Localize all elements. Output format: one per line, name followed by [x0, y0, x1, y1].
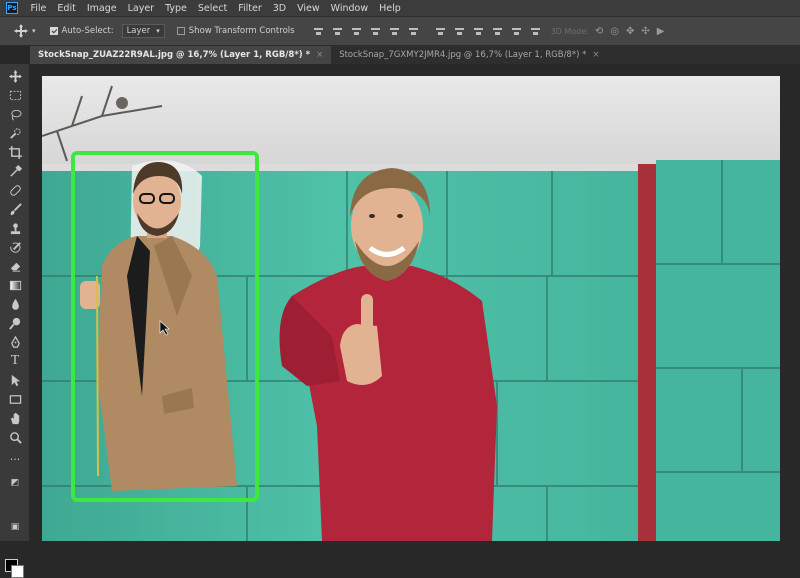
pen-tool-icon[interactable]	[7, 334, 23, 350]
lasso-tool-icon[interactable]	[7, 106, 23, 122]
distribute-top-icon[interactable]	[435, 27, 445, 36]
path-selection-tool-icon[interactable]	[7, 372, 23, 388]
3d-pan-icon[interactable]: ✥	[626, 26, 634, 37]
align-bottom-icon[interactable]	[351, 27, 361, 36]
3d-camera-icon[interactable]: ▶	[657, 26, 665, 37]
show-transform-checkbox[interactable]: Show Transform Controls	[176, 26, 295, 36]
auto-select-value: Layer	[126, 26, 151, 36]
quick-select-tool-icon[interactable]	[7, 125, 23, 141]
move-tool-icon[interactable]	[7, 68, 23, 84]
canvas-image	[42, 76, 780, 541]
auto-select-label: Auto-Select:	[61, 26, 114, 36]
3d-slide-icon[interactable]: ✣	[641, 26, 649, 37]
background-color-swatch[interactable]	[11, 565, 24, 578]
close-icon[interactable]: ×	[592, 50, 599, 60]
auto-select-checkbox[interactable]: Auto-Select:	[49, 26, 114, 36]
menu-image[interactable]: Image	[81, 3, 122, 14]
healing-brush-tool-icon[interactable]	[7, 182, 23, 198]
history-brush-tool-icon[interactable]	[7, 239, 23, 255]
menu-type[interactable]: Type	[160, 3, 193, 14]
menu-3d[interactable]: 3D	[267, 3, 291, 14]
chevron-down-icon: ▾	[156, 27, 160, 35]
more-tools-icon[interactable]: ...	[7, 448, 23, 464]
gradient-tool-icon[interactable]	[7, 277, 23, 293]
tab-label: StockSnap_7GXMY2JMR4.jpg @ 16,7% (Layer …	[339, 50, 587, 60]
distribute-center-icon[interactable]	[454, 27, 464, 36]
eyedropper-tool-icon[interactable]	[7, 163, 23, 179]
menu-help[interactable]: Help	[374, 3, 407, 14]
menu-select[interactable]: Select	[192, 3, 232, 14]
clone-stamp-tool-icon[interactable]	[7, 220, 23, 236]
tab-document-2[interactable]: StockSnap_7GXMY2JMR4.jpg @ 16,7% (Layer …	[331, 46, 607, 64]
move-tool-preset[interactable]: ▾	[14, 24, 36, 38]
blur-tool-icon[interactable]	[7, 296, 23, 312]
move-icon	[14, 24, 28, 38]
crop-tool-icon[interactable]	[7, 144, 23, 160]
align-top-icon[interactable]	[313, 27, 323, 36]
3d-roll-icon[interactable]: ◎	[610, 26, 619, 37]
distribute-bottom-icon[interactable]	[473, 27, 483, 36]
show-transform-label: Show Transform Controls	[188, 26, 295, 36]
photoshop-logo: Ps	[6, 2, 18, 14]
zoom-tool-icon[interactable]	[7, 429, 23, 445]
eraser-tool-icon[interactable]	[7, 258, 23, 274]
hand-tool-icon[interactable]	[7, 410, 23, 426]
align-left-icon[interactable]	[370, 27, 380, 36]
dodge-tool-icon[interactable]	[7, 315, 23, 331]
auto-select-dropdown[interactable]: Layer ▾	[121, 24, 165, 38]
menu-filter[interactable]: Filter	[233, 3, 268, 14]
checkbox-checked-icon	[49, 27, 58, 35]
tools-panel: T ... ◩ ▣	[0, 64, 30, 578]
checkbox-unchecked-icon	[176, 27, 185, 35]
menu-layer[interactable]: Layer	[122, 3, 160, 14]
tab-document-1[interactable]: StockSnap_ZUAZ22R9AL.jpg @ 16,7% (Layer …	[30, 46, 332, 64]
align-vertical-center-icon[interactable]	[332, 27, 342, 36]
document-canvas[interactable]	[42, 76, 780, 541]
document-tabs: StockSnap_ZUAZ22R9AL.jpg @ 16,7% (Layer …	[30, 46, 800, 64]
menu-bar: Ps File Edit Image Layer Type Select Fil…	[0, 0, 800, 16]
type-tool-icon[interactable]: T	[7, 353, 23, 369]
menu-window[interactable]: Window	[325, 3, 373, 14]
distribute-spacing-icon[interactable]	[530, 27, 540, 36]
align-right-icon[interactable]	[408, 27, 418, 36]
menu-view[interactable]: View	[292, 3, 326, 14]
close-icon[interactable]: ×	[316, 50, 323, 60]
marquee-tool-icon[interactable]	[7, 87, 23, 103]
3d-orbit-icon[interactable]: ⟲	[595, 26, 603, 37]
right-wall	[656, 160, 780, 541]
tab-label: StockSnap_ZUAZ22R9AL.jpg @ 16,7% (Layer …	[38, 50, 311, 60]
rectangle-tool-icon[interactable]	[7, 391, 23, 407]
distribute-right-icon[interactable]	[511, 27, 521, 36]
3d-mode-label: 3D Mode:	[550, 26, 589, 36]
menu-edit[interactable]: Edit	[52, 3, 81, 14]
default-colors-icon[interactable]: ◩	[7, 475, 23, 491]
chevron-down-icon: ▾	[32, 27, 36, 35]
align-horizontal-center-icon[interactable]	[389, 27, 399, 36]
menu-file[interactable]: File	[25, 3, 52, 14]
red-pillar	[638, 164, 656, 541]
options-bar: ▾ Auto-Select: Layer ▾ Show Transform Co…	[0, 16, 800, 46]
brush-tool-icon[interactable]	[7, 201, 23, 217]
distribute-left-icon[interactable]	[492, 27, 502, 36]
quick-mask-icon[interactable]: ▣	[7, 519, 23, 535]
